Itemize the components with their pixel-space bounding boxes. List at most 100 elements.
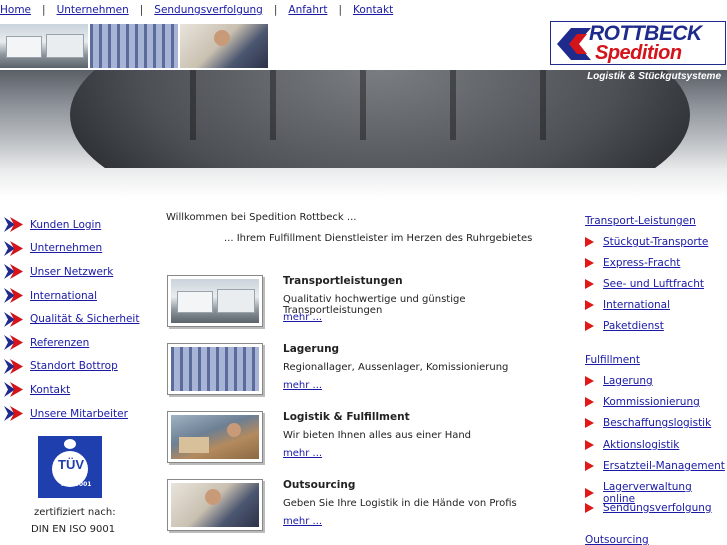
service-thumbnail[interactable] (167, 343, 263, 395)
leftnav-item[interactable]: Standort Bottrop (4, 355, 154, 379)
logo-tagline: Logistik & Stückgutsysteme (587, 71, 721, 82)
topnav-anfahrt-link[interactable]: Anfahrt (288, 4, 327, 16)
tuv-badge-text: TÜV (58, 457, 84, 472)
triangle-right-icon (585, 321, 594, 331)
leftnav-item[interactable]: Kunden Login (4, 213, 154, 237)
topnav-separator: | (139, 4, 144, 16)
topnav-unternehmen-link[interactable]: Unternehmen (57, 4, 129, 16)
logo-subname: Spedition (595, 42, 682, 64)
leftnav-item[interactable]: Kontakt (4, 378, 154, 402)
rightnav-link[interactable]: Stückgut-Transporte (603, 236, 708, 248)
chevron-right-icon (4, 264, 23, 280)
service-description: Qualitativ hochwertige und günstige Tran… (283, 294, 466, 316)
leftnav-netzwerk-link[interactable]: Unser Netzwerk (30, 266, 113, 278)
leftnav-item[interactable]: Unsere Mitarbeiter (4, 402, 154, 426)
triangle-right-icon (585, 237, 594, 247)
rightnav-link[interactable]: Sendungsverfolgung (603, 502, 712, 514)
rightnav-item[interactable]: Ersatzteil-Management (585, 460, 725, 472)
service-title: Logistik & Fulfillment (283, 411, 410, 423)
rightnav-link[interactable]: International (603, 299, 670, 311)
rightnav-fulfillment-heading[interactable]: Fulfillment (585, 354, 640, 366)
triangle-right-icon (585, 503, 594, 513)
service-outsourcing: Outsourcing Geben Sie Ihre Logistik in d… (167, 479, 557, 533)
chevron-right-icon (4, 240, 23, 256)
leftnav-unternehmen-link[interactable]: Unternehmen (30, 242, 102, 254)
triangle-right-icon (585, 300, 594, 310)
chevron-right-icon (4, 358, 23, 374)
rightnav-link[interactable]: Paketdienst (603, 320, 664, 332)
topnav-sendungsverfolgung-link[interactable]: Sendungsverfolgung (154, 4, 263, 16)
rightnav-link[interactable]: Lagerung (603, 375, 653, 387)
topnav-kontakt-link[interactable]: Kontakt (353, 4, 393, 16)
service-thumbnail[interactable] (167, 275, 263, 327)
office-team-photo (180, 24, 268, 68)
topnav-home-link[interactable]: Home (0, 4, 31, 16)
service-title: Lagerung (283, 343, 340, 355)
leftnav-item[interactable]: Qualität & Sicherheit (4, 307, 154, 331)
leftnav-kontakt-link[interactable]: Kontakt (30, 384, 70, 396)
header-banner (0, 70, 727, 168)
chevron-right-icon (4, 311, 23, 327)
triangle-right-icon (585, 440, 594, 450)
rightnav-item[interactable]: Express-Fracht (585, 257, 680, 269)
triangle-right-icon (585, 258, 594, 268)
rightnav-item[interactable]: Kommissionierung (585, 396, 700, 408)
leftnav-item[interactable]: Unternehmen (4, 237, 154, 261)
office-team-photo (171, 483, 259, 527)
tire-image (70, 70, 690, 168)
left-navigation: Kunden Login Unternehmen Unser Netzwerk … (4, 213, 154, 425)
rightnav-item[interactable]: Stückgut-Transporte (585, 236, 708, 248)
triangle-right-icon (585, 488, 594, 498)
leftnav-item[interactable]: International (4, 284, 154, 308)
service-thumbnail[interactable] (167, 411, 263, 463)
leftnav-qualitaet-link[interactable]: Qualität & Sicherheit (30, 313, 139, 325)
rightnav-item[interactable]: Paketdienst (585, 320, 664, 332)
leftnav-international-link[interactable]: International (30, 290, 97, 302)
rightnav-item[interactable]: Beschaffungslogistik (585, 417, 711, 429)
rightnav-link[interactable]: Aktionslogistik (603, 439, 679, 451)
service-description: Wir bieten Ihnen alles aus einer Hand (283, 430, 472, 441)
leftnav-item[interactable]: Unser Netzwerk (4, 260, 154, 284)
service-more-link[interactable]: mehr ... (283, 312, 322, 323)
service-description: Regionallager, Aussenlager, Komissionier… (283, 362, 509, 373)
leftnav-kunden-login-link[interactable]: Kunden Login (30, 219, 101, 231)
chevron-right-icon (4, 335, 23, 351)
triangle-right-icon (585, 418, 594, 428)
trucks-photo (171, 279, 259, 323)
rightnav-outsourcing-heading[interactable]: Outsourcing (585, 534, 649, 545)
service-description: Geben Sie Ihre Logistik in die Hände von… (283, 498, 517, 509)
triangle-right-icon (585, 279, 594, 289)
rightnav-item[interactable]: International (585, 299, 670, 311)
rightnav-link[interactable]: Ersatzteil-Management (603, 460, 725, 472)
service-transport: Transportleistungen Qualitativ hochwerti… (167, 275, 557, 329)
rightnav-link[interactable]: See- und Luftfracht (603, 278, 704, 290)
triangle-right-icon (585, 461, 594, 471)
triangle-right-icon (585, 376, 594, 386)
rightnav-link[interactable]: Kommissionierung (603, 396, 700, 408)
leftnav-referenzen-link[interactable]: Referenzen (30, 337, 89, 349)
rightnav-link[interactable]: Express-Fracht (603, 257, 680, 269)
leftnav-item[interactable]: Referenzen (4, 331, 154, 355)
trucks-photo (0, 24, 88, 68)
chevron-right-icon (4, 406, 23, 422)
tuv-certification-badge: TÜV ISO 9001 (38, 436, 102, 498)
welcome-heading: Willkommen bei Spedition Rottbeck ... (166, 212, 357, 223)
rightnav-item[interactable]: Sendungsverfolgung (585, 502, 712, 514)
service-thumbnail[interactable] (167, 479, 263, 531)
company-logo[interactable]: ROTTBECK Spedition (550, 21, 726, 65)
rightnav-item[interactable]: See- und Luftfracht (585, 278, 704, 290)
leftnav-mitarbeiter-link[interactable]: Unsere Mitarbeiter (30, 408, 128, 420)
topnav-separator: | (338, 4, 342, 16)
service-more-link[interactable]: mehr ... (283, 448, 322, 459)
leftnav-standort-link[interactable]: Standort Bottrop (30, 360, 118, 372)
service-more-link[interactable]: mehr ... (283, 516, 322, 527)
rightnav-transport-heading[interactable]: Transport-Leistungen (585, 215, 696, 227)
rightnav-item[interactable]: Aktionslogistik (585, 439, 679, 451)
rightnav-item[interactable]: Lagerung (585, 375, 653, 387)
header-photo-strip (0, 24, 268, 68)
rightnav-link[interactable]: Beschaffungslogistik (603, 417, 711, 429)
chevron-right-icon (4, 217, 23, 233)
banner-fade (0, 168, 727, 198)
service-more-link[interactable]: mehr ... (283, 380, 322, 391)
chevron-right-icon (4, 382, 23, 398)
